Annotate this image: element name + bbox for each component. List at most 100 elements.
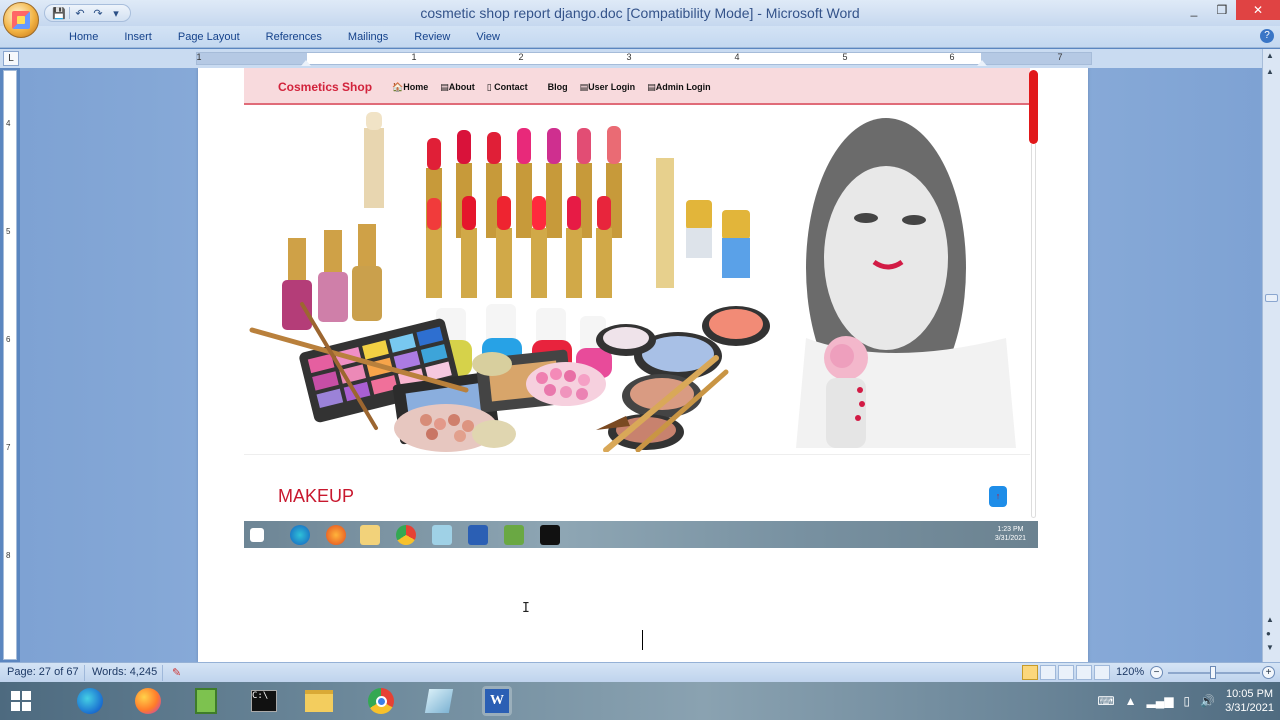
section-heading: MAKEUP bbox=[278, 486, 355, 506]
status-separator bbox=[162, 665, 163, 681]
inner-chrome-icon bbox=[396, 525, 416, 545]
window-controls: _ ❒ ✕ bbox=[1180, 0, 1280, 20]
terminal-taskbar-icon[interactable]: C:\ bbox=[249, 686, 279, 716]
office-button[interactable] bbox=[3, 2, 39, 38]
keyboard-icon[interactable]: ⌨ bbox=[1097, 694, 1114, 708]
show-hidden-icons-icon[interactable]: ▲ bbox=[1125, 694, 1137, 708]
taskbar-clock[interactable]: 10:05 PM 3/31/2021 bbox=[1225, 687, 1274, 715]
title-bar: 💾 ↶ ↷ ▾ cosmetic shop report django.doc … bbox=[0, 0, 1280, 38]
inner-folder-icon bbox=[360, 525, 380, 545]
app-taskbar-icon[interactable] bbox=[424, 686, 454, 716]
site-scrollbar-track bbox=[1031, 144, 1036, 518]
inner-windows-icon bbox=[250, 528, 264, 542]
page-count[interactable]: Page: 27 of 67 bbox=[7, 666, 79, 678]
inner-notepad-icon bbox=[504, 525, 524, 545]
zoom-slider-knob[interactable] bbox=[1210, 666, 1216, 679]
office-logo-icon bbox=[12, 11, 30, 29]
tab-review[interactable]: Review bbox=[401, 27, 463, 47]
tab-references[interactable]: References bbox=[253, 27, 335, 47]
zoom-in-button[interactable]: + bbox=[1262, 666, 1275, 679]
right-indent-marker[interactable] bbox=[977, 60, 987, 66]
inner-edge-icon bbox=[290, 525, 310, 545]
tab-selector-button[interactable]: L bbox=[3, 51, 19, 66]
vertical-ruler[interactable]: 4 5 6 7 8 bbox=[3, 70, 17, 660]
minimize-button[interactable]: _ bbox=[1180, 0, 1208, 20]
vruler-number: 4 bbox=[6, 119, 11, 128]
print-layout-button[interactable] bbox=[1022, 665, 1038, 680]
draft-button[interactable] bbox=[1094, 665, 1110, 680]
edge-taskbar-icon[interactable] bbox=[75, 686, 105, 716]
tab-view[interactable]: View bbox=[463, 27, 513, 47]
word-count[interactable]: Words: 4,245 bbox=[92, 666, 157, 678]
zoom-level[interactable]: 120% bbox=[1116, 666, 1144, 678]
chrome-taskbar-icon[interactable] bbox=[366, 686, 396, 716]
scroll-up-icon: ↑ bbox=[989, 486, 1007, 507]
model-portrait-graphic bbox=[796, 118, 1016, 448]
ruler-number: 2 bbox=[518, 52, 524, 62]
next-page-icon[interactable]: ▼ bbox=[1266, 643, 1274, 652]
ruler-area: L 1 1 2 3 4 5 6 7 bbox=[0, 49, 1280, 68]
clock-date: 3/31/2021 bbox=[1225, 702, 1274, 714]
lipsticks-graphic bbox=[364, 112, 750, 298]
document-page[interactable]: Cosmetics Shop 🏠Home ▤About ▯ Contact Bl… bbox=[198, 68, 1088, 662]
restore-button[interactable]: ❒ bbox=[1208, 0, 1236, 20]
close-button[interactable]: ✕ bbox=[1236, 0, 1280, 20]
site-scrollbar-thumb bbox=[1029, 70, 1038, 144]
inner-clock: 1:23 PM 3/31/2021 bbox=[995, 525, 1026, 543]
ruler-right-margin bbox=[981, 53, 1091, 64]
inner-taskbar: 1:23 PM 3/31/2021 bbox=[244, 521, 1038, 548]
nav-blog: Blog bbox=[547, 82, 568, 92]
outline-button[interactable] bbox=[1076, 665, 1092, 680]
scrollbar-thumb[interactable] bbox=[1265, 294, 1278, 302]
nav-home: 🏠Home bbox=[392, 82, 429, 92]
vruler-number: 6 bbox=[6, 335, 11, 344]
web-layout-button[interactable] bbox=[1058, 665, 1074, 680]
tab-mailings[interactable]: Mailings bbox=[335, 27, 401, 47]
scroll-up-arrow-icon[interactable]: ▲ bbox=[1266, 67, 1274, 76]
vruler-number: 5 bbox=[6, 227, 11, 236]
notepad-taskbar-icon[interactable] bbox=[191, 686, 221, 716]
ruler-number: 5 bbox=[842, 52, 848, 62]
hero-cosmetics-image bbox=[249, 112, 1016, 452]
inner-clock-date: 3/31/2021 bbox=[994, 535, 1026, 542]
full-screen-reading-button[interactable] bbox=[1040, 665, 1056, 680]
ruler-number: 1 bbox=[196, 52, 202, 62]
scroll-up-arrow-icon[interactable]: ▲ bbox=[1266, 51, 1274, 60]
file-explorer-taskbar-icon[interactable] bbox=[304, 686, 334, 716]
help-icon[interactable]: ? bbox=[1260, 29, 1274, 43]
status-bar: Page: 27 of 67 Words: 4,245 ✎ 120% − + bbox=[0, 662, 1280, 682]
nav-about: ▤About bbox=[440, 82, 475, 92]
battery-icon[interactable]: ▯ bbox=[1184, 694, 1191, 708]
network-icon[interactable]: ▂▄▆ bbox=[1147, 694, 1174, 708]
ruler-number: 6 bbox=[949, 52, 955, 62]
browse-object-icon[interactable]: ● bbox=[1266, 629, 1271, 638]
left-indent-marker[interactable] bbox=[301, 60, 311, 66]
firefox-taskbar-icon[interactable] bbox=[133, 686, 163, 716]
site-brand: Cosmetics Shop bbox=[278, 80, 373, 94]
horizontal-ruler[interactable]: 1 1 2 3 4 5 6 7 bbox=[196, 52, 1092, 66]
start-button[interactable] bbox=[6, 686, 36, 716]
clock-time: 10:05 PM bbox=[1225, 688, 1274, 700]
vruler-number: 8 bbox=[6, 551, 11, 560]
vruler-number: 7 bbox=[6, 443, 11, 452]
inner-clock-time: 1:23 PM bbox=[997, 526, 1024, 533]
window-title: cosmetic shop report django.doc [Compati… bbox=[420, 5, 860, 21]
previous-page-icon[interactable]: ▲ bbox=[1266, 615, 1274, 624]
word-taskbar-icon[interactable]: W bbox=[482, 686, 512, 716]
ruler-number: 1 bbox=[411, 52, 417, 62]
ruler-number: 4 bbox=[734, 52, 740, 62]
site-nav: 🏠Home ▤About ▯ Contact Blog ▤User Login … bbox=[392, 82, 711, 93]
inner-terminal-icon bbox=[540, 525, 560, 545]
proofing-icon[interactable]: ✎ bbox=[172, 666, 181, 679]
tab-insert[interactable]: Insert bbox=[111, 27, 165, 47]
nav-user-login: ▤User Login bbox=[579, 82, 636, 92]
volume-icon[interactable]: 🔊 bbox=[1200, 694, 1215, 708]
vertical-scrollbar[interactable]: ▲ ▲ ▲ ● ▼ bbox=[1262, 49, 1280, 662]
tab-page-layout[interactable]: Page Layout bbox=[165, 27, 253, 47]
ibeam-cursor-icon: I bbox=[522, 601, 530, 616]
windows-logo-icon bbox=[11, 691, 31, 711]
nav-contact: ▯ Contact bbox=[486, 82, 528, 92]
zoom-out-button[interactable]: − bbox=[1150, 666, 1163, 679]
tab-home[interactable]: Home bbox=[56, 27, 111, 47]
inner-firefox-icon bbox=[326, 525, 346, 545]
